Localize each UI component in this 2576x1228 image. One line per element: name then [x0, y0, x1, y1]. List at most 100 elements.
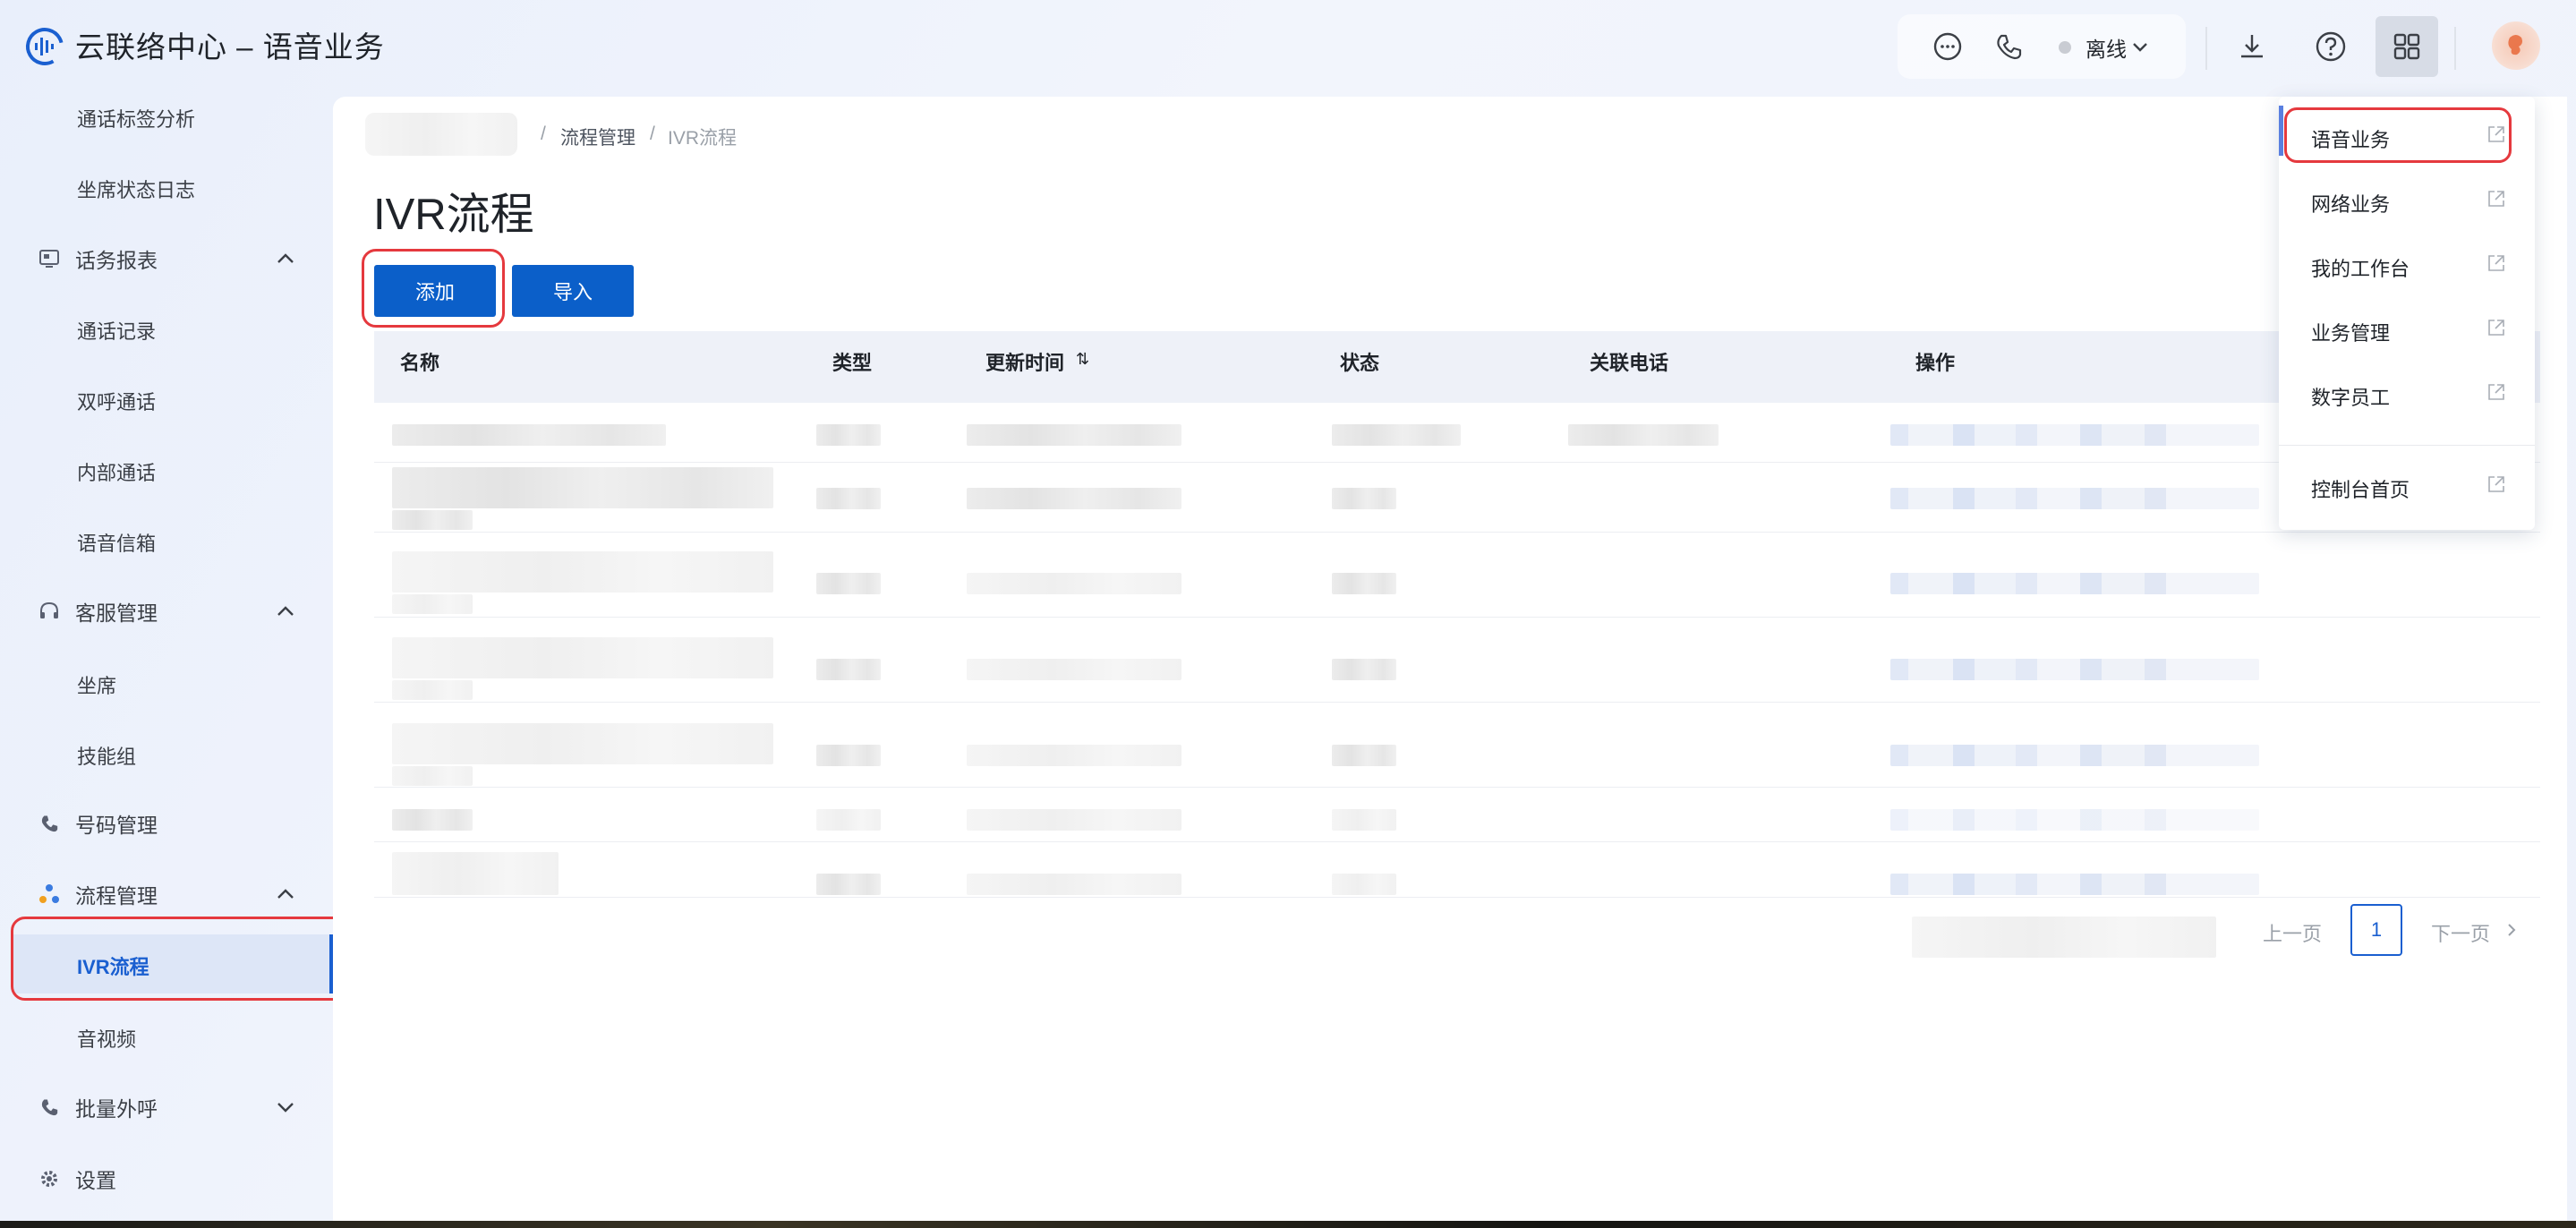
page-number-current[interactable]: 1 — [2350, 904, 2402, 956]
sidebar-item-dual-call[interactable]: 双呼通话 — [77, 387, 156, 415]
cell-obscured — [392, 510, 473, 530]
import-button[interactable]: 导入 — [512, 265, 634, 317]
menu-item-business-management[interactable]: 业务管理 — [2311, 318, 2390, 346]
breadcrumb-flow-management[interactable]: 流程管理 — [560, 124, 635, 150]
column-header-status: 状态 — [1340, 352, 1380, 374]
cell-obscured — [816, 488, 881, 509]
app-title: 云联络中心 – 语音业务 — [75, 30, 385, 64]
menu-item-digital-employee[interactable]: 数字员工 — [2311, 382, 2390, 411]
column-header-updated[interactable]: 更新时间 — [985, 347, 1064, 376]
sidebar-group-number-management[interactable]: 号码管理 — [36, 808, 158, 839]
phone-icon[interactable] — [1991, 29, 2026, 64]
breadcrumb-root-obscured — [365, 113, 517, 156]
external-link-icon — [2488, 255, 2504, 271]
avatar[interactable] — [2492, 21, 2540, 70]
page-title: IVR流程 — [373, 191, 534, 239]
menu-item-my-workbench[interactable]: 我的工作台 — [2311, 253, 2410, 282]
external-link-icon — [2488, 320, 2504, 336]
top-header: 云联络中心 – 语音业务 离线 — [0, 0, 2576, 97]
row-divider — [374, 462, 2540, 463]
cell-obscured — [967, 488, 1181, 509]
divider — [2454, 27, 2456, 70]
actions-obscured — [1890, 809, 2259, 831]
external-link-icon — [2488, 384, 2504, 400]
cell-obscured — [816, 573, 881, 594]
cell-obscured — [392, 809, 473, 831]
chevron-up-icon[interactable] — [274, 600, 297, 623]
cell-obscured — [1332, 809, 1396, 831]
phone-icon — [36, 1094, 63, 1121]
sidebar-group-customer-service[interactable]: 客服管理 — [36, 596, 158, 627]
chevron-down-icon[interactable] — [274, 1096, 297, 1119]
sidebar-group-batch-outbound[interactable]: 批量外呼 — [36, 1092, 158, 1122]
agent-status-select[interactable]: 离线 — [2086, 32, 2127, 63]
prev-page-button[interactable]: 上一页 — [2263, 918, 2322, 947]
cell-obscured — [1332, 488, 1396, 509]
phone-icon — [36, 810, 63, 837]
chevron-right-icon[interactable] — [2503, 921, 2521, 939]
cell-obscured — [1332, 424, 1461, 446]
menu-item-network-business[interactable]: 网络业务 — [2311, 189, 2390, 217]
pagination-total-obscured — [1912, 917, 2216, 958]
menu-item-console-home[interactable]: 控制台首页 — [2311, 474, 2410, 503]
sidebar-group-reports[interactable]: 话务报表 — [36, 243, 158, 274]
sidebar-group-label: 客服管理 — [75, 601, 158, 625]
sidebar-item-agent-status-log[interactable]: 坐席状态日志 — [77, 175, 195, 203]
menu-item-voice-business[interactable]: 语音业务 — [2311, 124, 2390, 153]
sidebar-group-label: 话务报表 — [75, 249, 158, 272]
chat-icon[interactable] — [1930, 29, 1966, 64]
chevron-up-icon[interactable] — [274, 247, 297, 270]
actions-obscured — [1890, 488, 2259, 509]
sidebar-item-voicemail[interactable]: 语音信箱 — [77, 528, 156, 557]
cell-obscured — [816, 874, 881, 895]
external-link-icon — [2488, 126, 2504, 142]
actions-obscured — [1890, 874, 2259, 895]
sidebar-item-internal-call[interactable]: 内部通话 — [77, 457, 156, 486]
highlight-box — [362, 249, 505, 328]
chevron-up-icon[interactable] — [274, 883, 297, 906]
chevron-down-icon[interactable] — [2130, 38, 2150, 57]
sidebar-item-agents[interactable]: 坐席 — [77, 670, 116, 699]
cell-obscured — [1568, 424, 1719, 446]
flow-icon — [36, 881, 63, 908]
row-divider — [374, 787, 2540, 788]
actions-obscured — [1890, 424, 2259, 446]
cell-obscured — [816, 659, 881, 680]
cell-obscured — [392, 680, 473, 700]
status-dot — [2059, 41, 2071, 54]
headset-icon — [36, 598, 63, 625]
apps-grid-button[interactable] — [2376, 16, 2438, 77]
sidebar-item-skill-groups[interactable]: 技能组 — [77, 741, 136, 770]
row-divider — [374, 841, 2540, 842]
cell-obscured — [1332, 745, 1396, 766]
cell-obscured — [967, 659, 1181, 680]
sidebar-item-call-records[interactable]: 通话记录 — [77, 316, 156, 345]
help-icon[interactable] — [2313, 29, 2349, 64]
cell-obscured — [1332, 659, 1396, 680]
report-icon — [36, 245, 63, 272]
download-icon[interactable] — [2234, 29, 2270, 64]
divider — [2205, 27, 2207, 70]
next-page-button[interactable]: 下一页 — [2431, 918, 2490, 947]
breadcrumb-separator: / — [650, 124, 655, 144]
cell-obscured — [392, 766, 473, 786]
sort-icon[interactable]: ⇅ — [1076, 350, 1089, 369]
cell-obscured — [392, 852, 559, 895]
actions-obscured — [1890, 573, 2259, 594]
window-bottom-edge — [0, 1221, 2576, 1228]
row-divider — [374, 532, 2540, 533]
sidebar-group-settings[interactable]: 设置 — [36, 1164, 116, 1194]
row-divider — [374, 897, 2540, 898]
sidebar-group-flow-management[interactable]: 流程管理 — [36, 879, 158, 909]
sidebar-item-audio-video[interactable]: 音视频 — [77, 1024, 136, 1053]
sidebar-group-label: 设置 — [75, 1169, 116, 1192]
cell-obscured — [392, 424, 666, 446]
table-header — [374, 331, 2540, 403]
sidebar-item-call-tag-analysis[interactable]: 通话标签分析 — [77, 104, 195, 132]
cell-obscured — [392, 637, 773, 678]
cell-obscured — [1332, 573, 1396, 594]
gear-icon — [36, 1165, 63, 1192]
row-divider — [374, 617, 2540, 618]
cell-obscured — [967, 745, 1181, 766]
breadcrumb-separator: / — [541, 124, 546, 144]
